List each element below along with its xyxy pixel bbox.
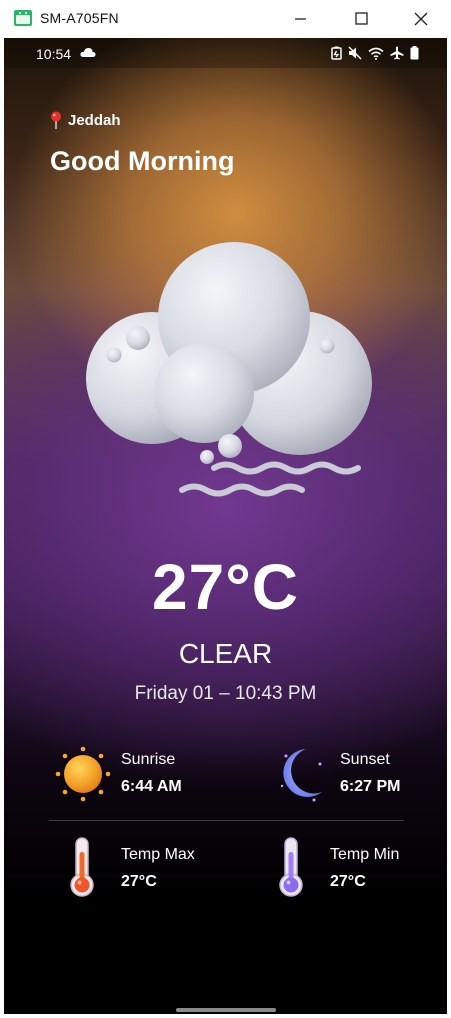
location-pin-icon: [51, 111, 61, 129]
sunset-label: Sunset: [340, 751, 390, 768]
sunrise-label: Sunrise: [121, 751, 176, 768]
weather-condition: CLEAR: [178, 638, 273, 669]
status-icons: [331, 46, 419, 60]
temp-min-label: Temp Min: [330, 846, 400, 863]
date-time: Friday 01 – 10:43 PM: [134, 683, 317, 704]
wifi-icon: [368, 47, 384, 60]
status-bar: 10:54: [4, 38, 447, 68]
location: Jeddah: [50, 111, 121, 129]
minimize-icon[interactable]: [285, 6, 315, 32]
close-icon[interactable]: [406, 6, 436, 32]
airplane-mode-icon: [390, 46, 404, 60]
cloud-wind-weather-icon: [86, 242, 372, 497]
temp-min-value: 27°C: [330, 873, 366, 890]
maximize-icon[interactable]: [346, 6, 376, 32]
sunrise-time: 6:44 AM: [121, 778, 182, 795]
thermometer-hot-icon: [70, 837, 94, 897]
location-city: Jeddah: [68, 111, 121, 129]
thermometer-cold-icon: [279, 837, 303, 897]
android-app-icon: [14, 10, 32, 26]
window-titlebar: SM-A705FN: [0, 0, 451, 38]
window-title: SM-A705FN: [40, 10, 119, 26]
mute-icon: [348, 46, 362, 60]
sunset-time: 6:27 PM: [340, 778, 401, 795]
greeting-heading: Good Morning: [50, 146, 235, 176]
phone-screen: 10:54 Jeddah Good Morning 27°C CLEAR Fri…: [4, 38, 447, 1014]
home-indicator[interactable]: [176, 1008, 276, 1012]
stats-divider: [49, 820, 404, 821]
sun-icon: [55, 746, 111, 802]
moon-icon: [280, 749, 322, 802]
current-temperature: 27°C: [152, 551, 299, 623]
temp-max-value: 27°C: [121, 873, 157, 890]
battery-icon: [410, 46, 419, 60]
battery-saver-icon: [331, 46, 342, 60]
temp-max-label: Temp Max: [121, 846, 195, 863]
cloud-status-icon: [80, 48, 96, 57]
status-time: 10:54: [36, 46, 72, 62]
